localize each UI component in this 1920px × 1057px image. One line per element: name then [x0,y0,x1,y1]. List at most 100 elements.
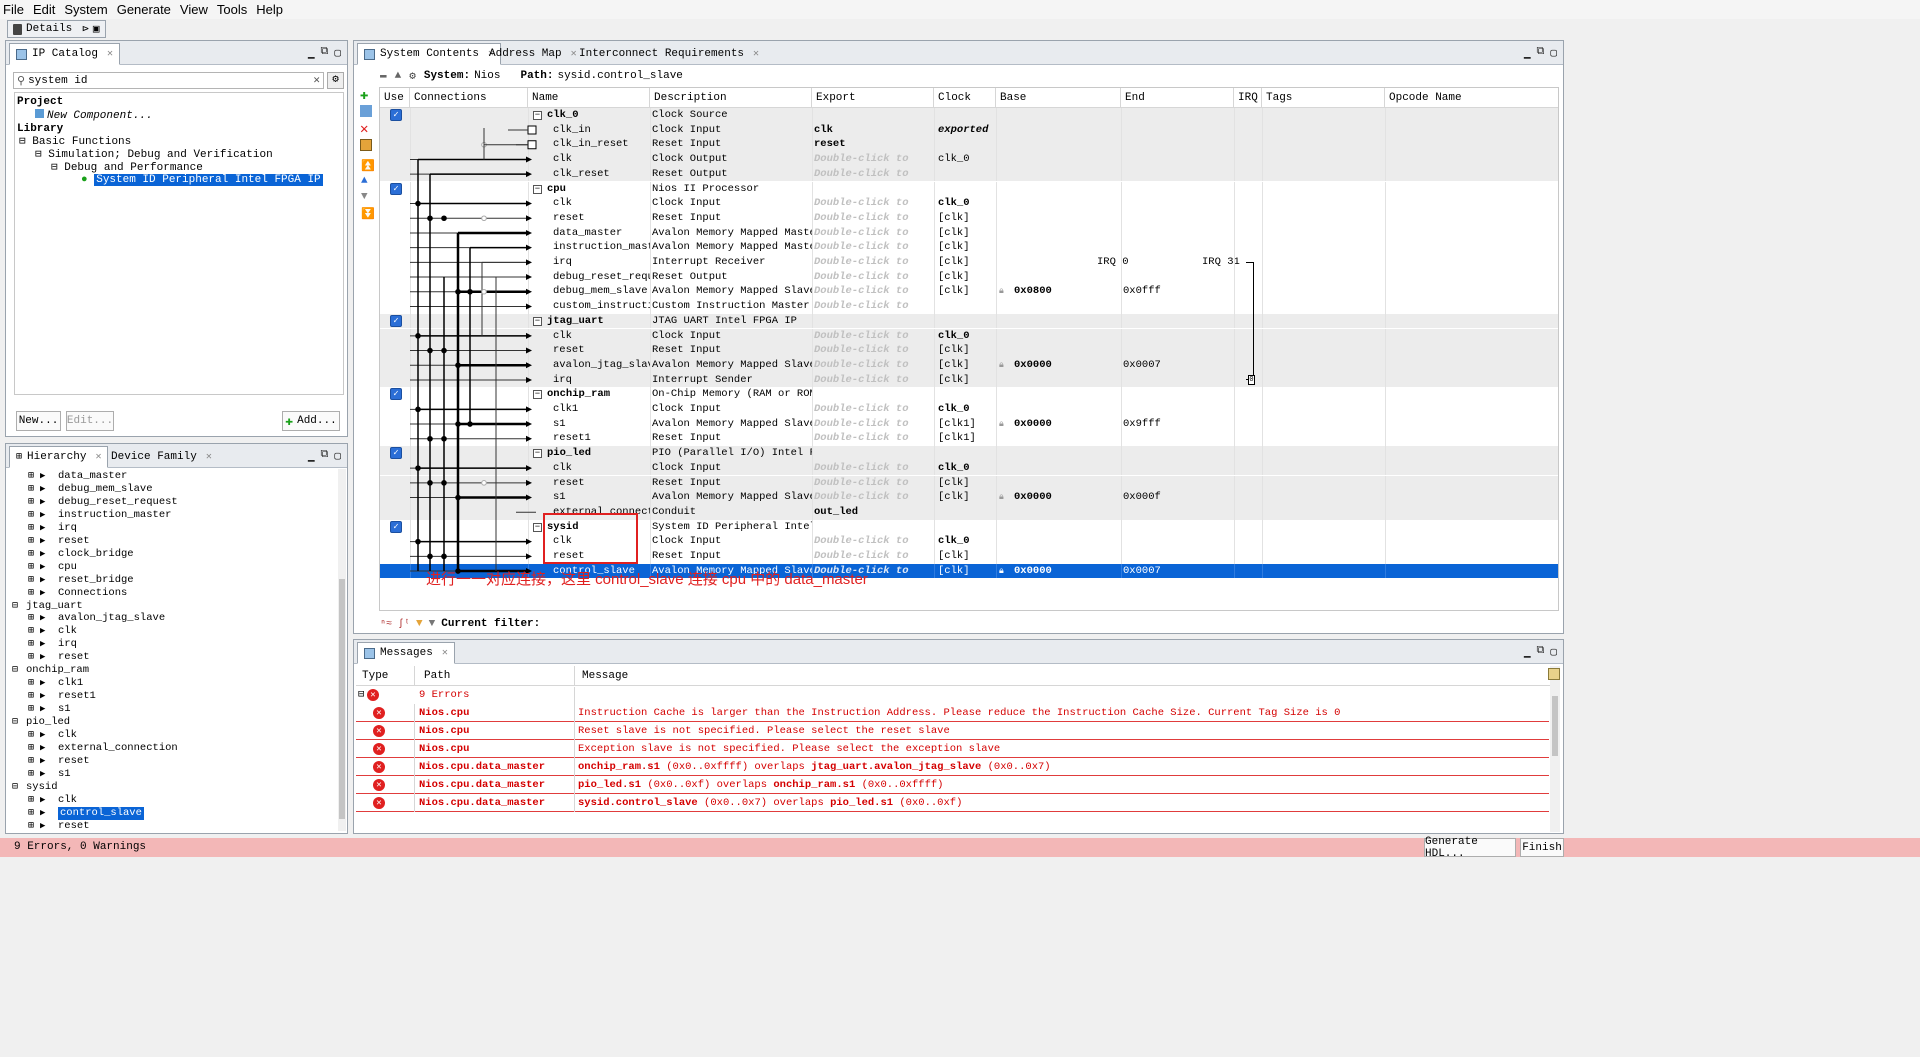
clear-search-icon[interactable]: ✕ [313,73,320,87]
port-arrow[interactable] [526,200,532,207]
tab-ip-catalog[interactable]: IP Catalog ✕ [9,43,121,65]
maximize-icon[interactable]: ▢ [1550,46,1557,60]
row-clock[interactable]: [clk] [938,343,996,358]
connection-dot[interactable] [441,347,447,354]
filter-clear-icon[interactable]: ▼ [429,618,436,630]
hierarchy-item[interactable]: ⊟ onchip_ram [10,664,330,677]
col-opcode-name[interactable]: Opcode Name [1385,88,1558,108]
messages-summary-row[interactable]: ⊟ ✕ 9 Errors [356,687,1550,704]
port-arrow[interactable] [526,479,532,486]
tab-device-family[interactable]: Device Family ✕ [104,446,219,468]
col-clock[interactable]: Clock [934,88,996,108]
messages-scroll-thumb[interactable] [1552,696,1558,756]
hierarchy-item[interactable]: ⊞ ▶ cpu [10,561,330,574]
col-path[interactable]: Path [424,670,450,682]
remove-icon[interactable]: ✕ [360,121,368,138]
close-icon[interactable]: ✕ [95,451,101,463]
minimize-icon[interactable]: ▁ [1524,645,1531,659]
col-export[interactable]: Export [812,88,934,108]
restore-icon[interactable]: ⧉ [1537,645,1545,659]
row-base[interactable]: 0x0000 [1014,490,1114,505]
connection-point[interactable] [481,480,487,486]
hierarchy-item[interactable]: ⊞ ▶ irq [10,638,330,651]
expand-toggle[interactable]: ⊟ [12,781,18,794]
row-clock[interactable]: clk_0 [938,461,996,476]
row-export[interactable]: Double-click to [814,167,932,182]
search-options-icon[interactable]: ⚙ [327,72,344,89]
row-export[interactable]: Double-click to [814,270,932,285]
expand-toggle[interactable]: ⊞ [28,574,34,587]
tab-messages[interactable]: Messages ✕ [357,642,455,664]
hierarchy-scrollbar[interactable] [338,469,346,831]
hierarchy-item[interactable]: ⊞ ▶ clk [10,625,330,638]
tree-debug-perf[interactable]: ⊟ Debug and Performance [17,162,323,175]
row-clock[interactable]: [clk] [938,549,996,564]
close-icon[interactable]: ✕ [206,451,212,463]
row-export[interactable]: Double-click to [814,255,932,270]
details-window-icon[interactable]: ▣ [93,22,100,36]
row-export[interactable]: Double-click to [814,358,932,373]
row-clock[interactable]: [clk] [938,564,996,579]
row-export[interactable]: Double-click to [814,196,932,211]
connection-dot[interactable] [427,553,433,560]
expand-toggle[interactable]: ⊞ [28,483,34,496]
expand-toggle[interactable]: ⊞ [28,794,34,807]
hierarchy-item[interactable]: ⊞ ▶ s1 [10,768,330,781]
menu-item-help[interactable]: Help [256,2,283,17]
hierarchy-item[interactable]: ⊟ sysid [10,781,330,794]
add-button[interactable]: ✚ Add... [282,411,340,431]
tab-interconnect[interactable]: Interconnect Requirements ✕ [572,43,766,65]
col-irq[interactable]: IRQ [1234,88,1262,108]
hierarchy-item[interactable]: ⊞ ▶ Connections [10,587,330,600]
hierarchy-item[interactable]: ⊞ ▶ s1 [10,703,330,716]
expand-toggle[interactable]: ⊞ [28,690,34,703]
show-signals-icon[interactable]: ⁿ≈ ʃᵗ [380,619,410,630]
move-top-icon[interactable]: ⏫ [361,159,375,173]
row-clock[interactable]: [clk] [938,226,996,241]
message-row[interactable]: ✕ Nios.cpu.data_master pio_led.s1 (0x0..0x… [356,776,1549,794]
tab-system-contents[interactable]: System Contents ✕ [357,43,502,65]
hierarchy-item[interactable]: ⊞ ▶ debug_mem_slave [10,483,330,496]
message-row[interactable]: ✕ Nios.cpu Reset slave is not specified. P… [356,722,1549,740]
minimize-icon[interactable]: ▁ [308,46,315,60]
expand-toggle[interactable]: ⊞ [28,548,34,561]
maximize-icon[interactable]: ▢ [334,46,341,60]
port-arrow[interactable] [527,125,537,135]
row-export[interactable]: Double-click to [814,431,932,446]
hierarchy-item[interactable]: ⊞ ▶ reset_bridge [10,574,330,587]
port-arrow[interactable] [527,140,537,150]
hierarchy-item[interactable]: ⊞ ▶ clock_bridge [10,548,330,561]
row-export[interactable]: Double-click to [814,534,932,549]
expand-toggle[interactable]: ⊞ [28,755,34,768]
hierarchy-item[interactable]: ⊞ ▶ data_master [10,470,330,483]
message-row[interactable]: ✕ Nios.cpu Exception slave is not specifie… [356,740,1549,758]
expand-toggle[interactable]: ⊞ [28,807,34,820]
row-export[interactable]: Double-click to [814,476,932,491]
port-arrow[interactable] [526,229,532,236]
hierarchy-item[interactable]: ⊞ ▶ clk [10,794,330,807]
port-arrow[interactable] [526,288,532,295]
connection-dot[interactable] [441,215,447,222]
hierarchy-item[interactable]: ⊟ pio_led [10,716,330,729]
connection-dot[interactable] [441,480,447,486]
row-export[interactable]: Double-click to [814,226,932,241]
row-base[interactable]: 0x0800 [1014,284,1114,299]
hierarchy-item[interactable]: ⊞ ▶ clk [10,729,330,742]
edit-button[interactable]: Edit... [66,411,114,431]
col-end[interactable]: End [1121,88,1234,108]
expand-toggle[interactable]: ⊞ [28,742,34,755]
col-message[interactable]: Message [582,670,628,682]
row-export[interactable]: Double-click to [814,284,932,299]
ip-search-input[interactable]: ⚲ system id ✕ [13,72,324,89]
row-export[interactable]: Double-click to [814,417,932,432]
connection-dot[interactable] [415,200,421,207]
hierarchy-item[interactable]: ⊞ ▶ control_slave [10,806,330,820]
row-clock[interactable]: [clk] [938,255,996,270]
row-clock[interactable]: [clk1] [938,431,996,446]
maximize-icon[interactable]: ▢ [1550,645,1557,659]
col-tags[interactable]: Tags [1262,88,1385,108]
messages-filter-icon[interactable] [1548,668,1560,680]
row-export[interactable]: Double-click to [814,343,932,358]
expand-toggle[interactable]: ⊞ [28,677,34,690]
hierarchy-item[interactable]: ⊞ ▶ reset [10,820,330,831]
